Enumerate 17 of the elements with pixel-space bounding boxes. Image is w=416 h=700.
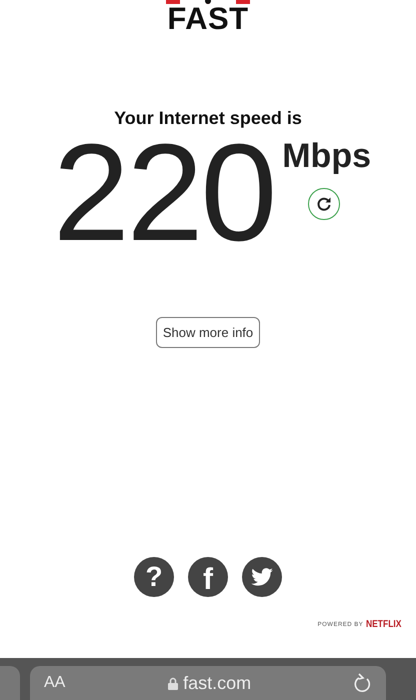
facebook-button[interactable]: f [188, 557, 228, 597]
logo-text: FAST [167, 4, 249, 34]
refresh-icon [316, 196, 332, 212]
url-text: fast.com [183, 672, 252, 694]
address-bar[interactable]: AA fast.com [30, 666, 386, 700]
help-button[interactable]: ? [134, 557, 174, 597]
bird-icon [251, 568, 273, 586]
speed-unit: Mbps [282, 137, 372, 176]
lock-icon [168, 676, 178, 690]
show-more-info-button[interactable]: Show more info [156, 317, 260, 348]
twitter-button[interactable] [242, 557, 282, 597]
netflix-logo: NETFLIX [366, 619, 402, 630]
speed-heading: Your Internet speed is [114, 108, 302, 129]
refresh-button[interactable] [308, 188, 340, 220]
text-size-button[interactable]: AA [44, 674, 66, 692]
speed-value: 220 [52, 131, 274, 255]
reload-icon[interactable] [354, 673, 372, 693]
